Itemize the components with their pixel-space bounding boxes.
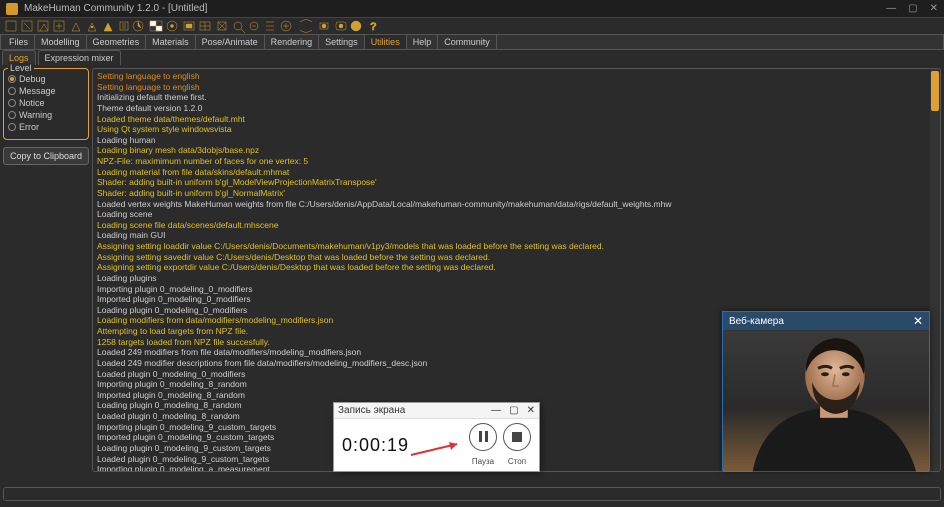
tab-geometries[interactable]: Geometries	[87, 35, 147, 49]
log-line: Importing plugin 0_modeling_0_modifiers	[97, 284, 930, 295]
log-line: Setting language to english	[97, 82, 930, 93]
level-option-label: Message	[19, 86, 56, 96]
recorder-titlebar[interactable]: Запись экрана — ▢ ✕	[334, 403, 539, 419]
tab-files[interactable]: Files	[3, 35, 35, 49]
log-line: Assigning setting exportdir value C:/Use…	[97, 262, 930, 273]
log-line: Setting language to english	[97, 71, 930, 82]
recorder-maximize-button[interactable]: ▢	[509, 405, 518, 416]
radio-icon	[8, 99, 16, 107]
radio-icon	[8, 123, 16, 131]
level-option-warning[interactable]: Warning	[8, 109, 84, 121]
minimize-button[interactable]: —	[886, 3, 896, 14]
webcam-titlebar[interactable]: Веб-камера ✕	[723, 312, 929, 330]
app-icon	[6, 3, 18, 15]
log-line: NPZ-File: maximimum number of faces for …	[97, 156, 930, 167]
log-line: Loaded vertex weights MakeHuman weights …	[97, 199, 930, 210]
level-option-debug[interactable]: Debug	[8, 73, 84, 85]
sidebar: Level Debug Message Notice Warning Error Cop…	[0, 65, 92, 475]
webcam-title: Веб-камера	[729, 316, 784, 327]
tab-community[interactable]: Community	[438, 35, 497, 49]
log-line: Loaded theme data/themes/default.mht	[97, 114, 930, 125]
pause-button[interactable]	[469, 423, 497, 451]
log-line: Shader: adding built-in uniform b'gl_Mod…	[97, 177, 930, 188]
tab-settings[interactable]: Settings	[319, 35, 365, 49]
main-toolbar: ?	[0, 18, 944, 34]
window-controls: — ▢ ✕	[886, 3, 938, 14]
main-tabs: FilesModellingGeometriesMaterialsPose/An…	[0, 34, 944, 50]
log-line: Loading scene	[97, 209, 930, 220]
tab-help[interactable]: Help	[407, 35, 439, 49]
stop-label: Стоп	[508, 457, 526, 466]
log-line: Loading scene file data/scenes/default.m…	[97, 220, 930, 231]
level-option-notice[interactable]: Notice	[8, 97, 84, 109]
tab-utilities[interactable]: Utilities	[365, 35, 407, 49]
title-bar: MakeHuman Community 1.2.0 - [Untitled] —…	[0, 0, 944, 18]
log-line: Loading main GUI	[97, 230, 930, 241]
copy-to-clipboard-button[interactable]: Copy to Clipboard	[3, 147, 89, 165]
stop-icon	[512, 432, 522, 442]
pause-label: Пауза	[472, 457, 494, 466]
webcam-video	[723, 330, 929, 472]
log-line: Shader: adding built-in uniform b'gl_Nor…	[97, 188, 930, 199]
log-line: Assigning setting savedir value C:/Users…	[97, 252, 930, 263]
window-title: MakeHuman Community 1.2.0 - [Untitled]	[24, 3, 886, 14]
level-option-label: Debug	[19, 74, 46, 84]
recorder-body: 0:00:19 Пауза Стоп	[334, 419, 539, 472]
log-line: Loading human	[97, 135, 930, 146]
level-option-label: Notice	[19, 98, 45, 108]
scrollbar-thumb[interactable]	[931, 71, 939, 111]
level-panel-title: Level	[8, 63, 34, 73]
close-button[interactable]: ✕	[930, 3, 938, 14]
maximize-button[interactable]: ▢	[908, 3, 917, 14]
level-option-label: Warning	[19, 110, 52, 120]
log-line: Theme default version 1.2.0	[97, 103, 930, 114]
level-option-error[interactable]: Error	[8, 121, 84, 133]
radio-icon	[8, 87, 16, 95]
stop-button[interactable]	[503, 423, 531, 451]
recorder-close-button[interactable]: ✕	[527, 405, 535, 416]
log-line: Assigning setting loaddir value C:/Users…	[97, 241, 930, 252]
log-line: Imported plugin 0_modeling_0_modifiers	[97, 294, 930, 305]
level-option-label: Error	[19, 122, 39, 132]
svg-text:?: ?	[370, 21, 377, 33]
vertical-scrollbar[interactable]	[930, 69, 940, 471]
webcam-window[interactable]: Веб-камера ✕	[722, 311, 930, 471]
log-line: Initializing default theme first.	[97, 92, 930, 103]
pause-icon	[479, 431, 488, 442]
log-line: Using Qt system style windowsvista	[97, 124, 930, 135]
sub-tabs: LogsExpression mixer	[0, 50, 944, 65]
level-option-message[interactable]: Message	[8, 85, 84, 97]
recorder-title: Запись экрана	[338, 405, 405, 416]
tab-rendering[interactable]: Rendering	[265, 35, 320, 49]
annotation-arrow	[409, 441, 469, 459]
level-panel: Level DebugMessageNoticeWarningError	[3, 68, 89, 140]
toolbar-icons[interactable]: ?	[4, 19, 604, 33]
log-line: Loading material from file data/skins/de…	[97, 167, 930, 178]
subtab-expressionmixer[interactable]: Expression mixer	[38, 50, 121, 65]
log-line: Loading binary mesh data/3dobjs/base.npz	[97, 145, 930, 156]
webcam-close-button[interactable]: ✕	[913, 314, 923, 328]
radio-icon	[8, 111, 16, 119]
tab-poseanimate[interactable]: Pose/Animate	[196, 35, 265, 49]
screen-recorder-window[interactable]: Запись экрана — ▢ ✕ 0:00:19 Пауза Стоп	[333, 402, 540, 472]
radio-icon	[8, 75, 16, 83]
horizontal-scrollbar[interactable]	[3, 487, 941, 501]
log-line: Loading plugins	[97, 273, 930, 284]
recorder-minimize-button[interactable]: —	[491, 405, 501, 416]
tab-modelling[interactable]: Modelling	[35, 35, 87, 49]
tab-materials[interactable]: Materials	[146, 35, 196, 49]
